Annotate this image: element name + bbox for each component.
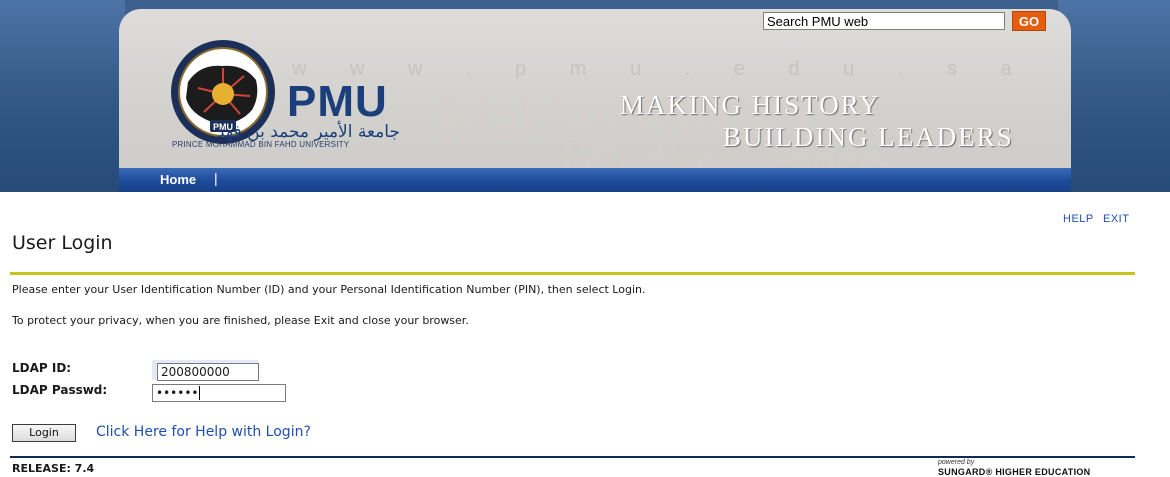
arabic-university-name: جامعة الأمير محمد بن فهد bbox=[216, 122, 400, 142]
slogan-building-leaders: BUILDING LEADERS bbox=[723, 122, 1014, 152]
ldap-password-label: LDAP Passwd: bbox=[12, 383, 108, 397]
text-cursor bbox=[199, 386, 201, 400]
site-search-input[interactable] bbox=[763, 12, 1005, 30]
ldap-id-input[interactable] bbox=[157, 363, 259, 381]
nav-bar bbox=[119, 168, 1071, 192]
header-side-right bbox=[1058, 0, 1170, 192]
footer-divider bbox=[10, 456, 1135, 458]
password-mask: •••••• bbox=[156, 386, 199, 400]
exit-link[interactable]: EXIT bbox=[1103, 213, 1129, 225]
privacy-note: To protect your privacy, when you are fi… bbox=[12, 314, 469, 327]
english-university-name: PRINCE MOHAMMAD BIN FAHD UNIVERSITY bbox=[172, 140, 350, 149]
release-version: RELEASE: 7.4 bbox=[12, 462, 95, 475]
brand-logo-text: PMU bbox=[287, 77, 388, 126]
slogan-making-history: MAKING HISTORY bbox=[620, 90, 881, 120]
help-link[interactable]: HELP bbox=[1063, 213, 1094, 225]
search-go-button[interactable]: GO bbox=[1012, 11, 1046, 31]
site-header: w w w . p m u . e d u . s a Making Histo… bbox=[0, 0, 1170, 192]
nav-separator: | bbox=[214, 170, 218, 186]
ldap-id-label: LDAP ID: bbox=[12, 361, 72, 375]
login-button[interactable]: Login bbox=[12, 424, 76, 442]
ldap-password-input[interactable]: •••••• bbox=[152, 384, 286, 402]
watermark-url: w w w . p m u . e d u . s a bbox=[292, 58, 1031, 80]
login-instructions: Please enter your User Identification Nu… bbox=[12, 283, 646, 296]
title-divider bbox=[10, 272, 1135, 275]
powered-by-text: powered by bbox=[938, 459, 975, 466]
page-title: User Login bbox=[12, 232, 113, 254]
login-help-link[interactable]: Click Here for Help with Login? bbox=[96, 424, 311, 440]
nav-home-link[interactable]: Home bbox=[160, 172, 196, 187]
header-side-left bbox=[0, 0, 125, 192]
